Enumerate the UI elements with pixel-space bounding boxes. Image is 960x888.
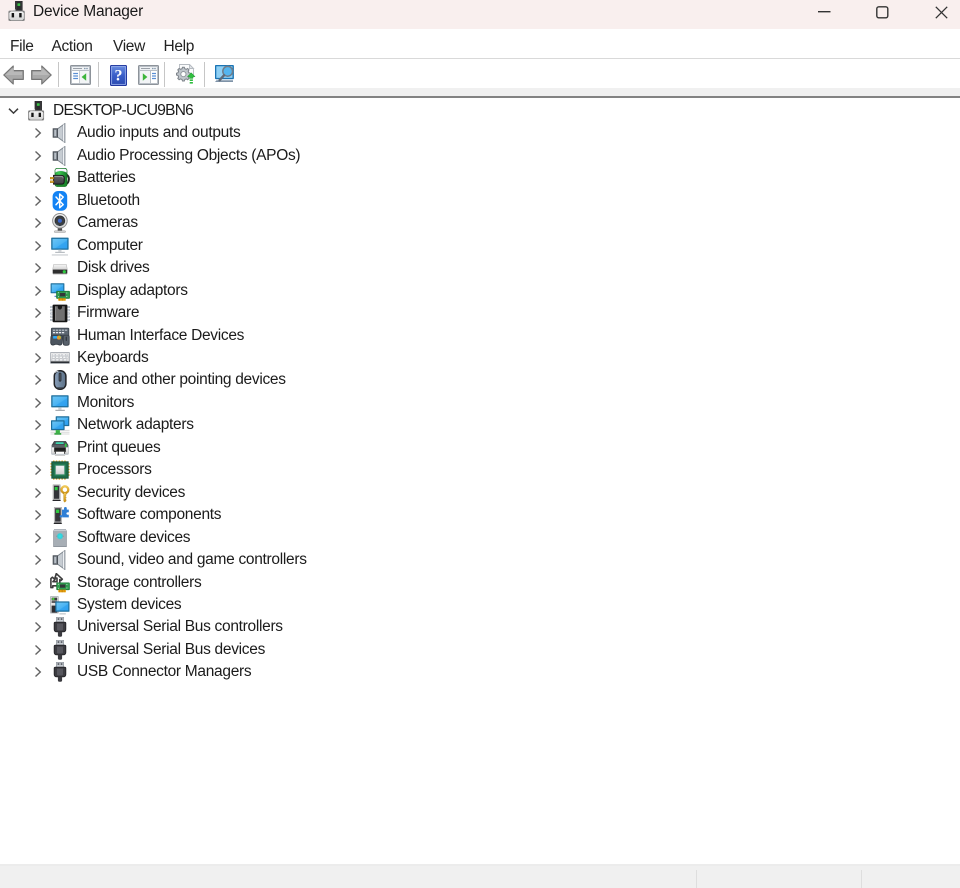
- svg-text:?: ?: [115, 67, 123, 84]
